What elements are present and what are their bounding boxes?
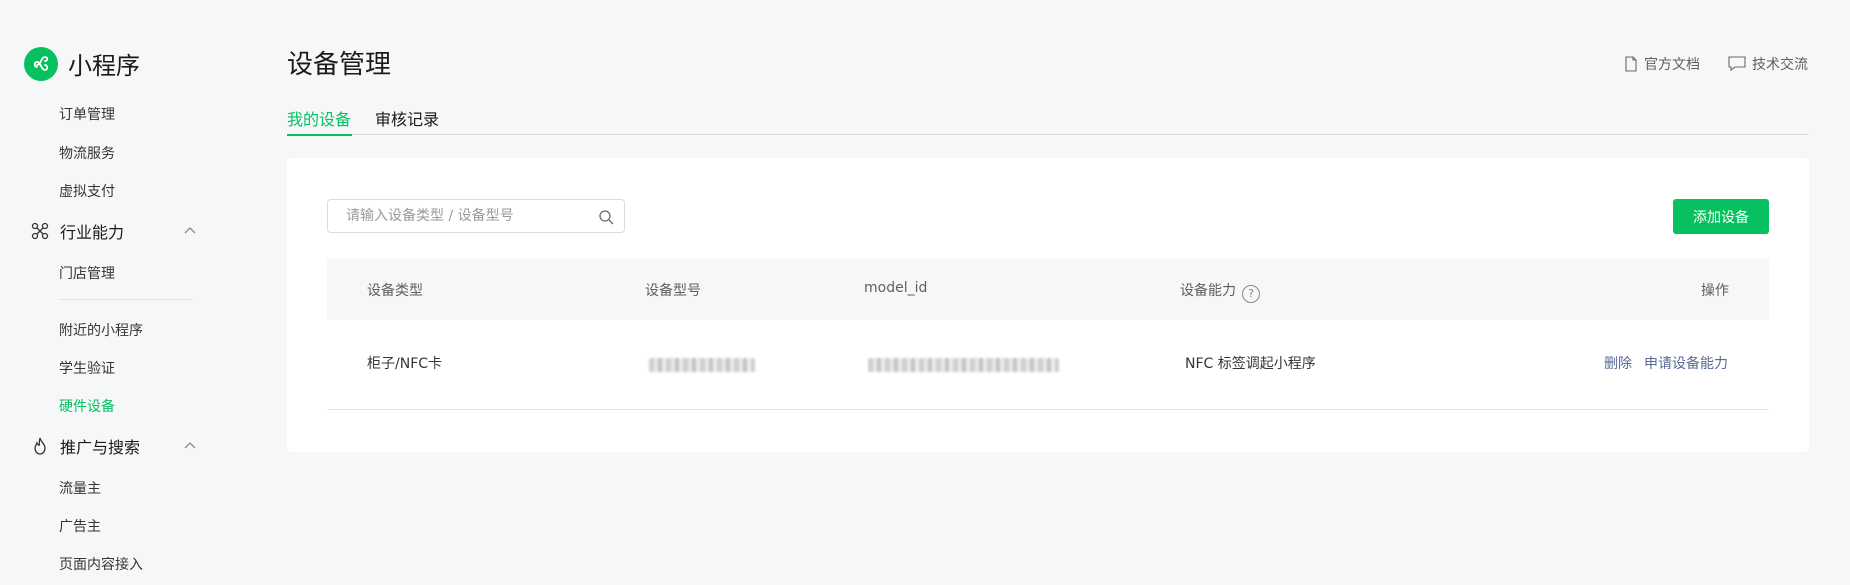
app-name: 小程序: [68, 52, 140, 80]
search-box[interactable]: [327, 199, 625, 233]
sidebar-group-label: 推广与搜索: [60, 438, 141, 457]
page-title: 设备管理: [287, 50, 392, 80]
sidebar-item-content-access[interactable]: 页面内容接入: [59, 554, 143, 574]
sidebar-item-student-verify[interactable]: 学生验证: [59, 358, 115, 378]
document-icon: [1625, 56, 1637, 72]
sidebar-group-industry[interactable]: 行业能力: [30, 219, 124, 243]
flame-icon: [30, 436, 50, 456]
sidebar-divider: [59, 299, 193, 300]
sidebar-item-logistics[interactable]: 物流服务: [59, 143, 115, 163]
apply-capability-link[interactable]: 申请设备能力: [1644, 353, 1728, 373]
sidebar-item-traffic-owner[interactable]: 流量主: [59, 478, 101, 498]
delete-link[interactable]: 删除: [1604, 353, 1632, 373]
cell-device-type: 柜子/NFC卡: [367, 356, 443, 372]
tab-label: 我的设备: [287, 110, 352, 129]
chevron-up-icon[interactable]: [184, 441, 196, 449]
community-link[interactable]: 技术交流: [1728, 54, 1808, 74]
app-logo[interactable]: 小程序: [24, 46, 140, 81]
sidebar-item-virtual-pay[interactable]: 虚拟支付: [59, 181, 115, 201]
help-icon[interactable]: ?: [1242, 284, 1260, 303]
column-header: 设备类型: [367, 283, 423, 299]
header-links: 官方文档 技术交流: [1624, 54, 1808, 74]
cell-device-model-redacted: [649, 358, 755, 372]
column-header: 设备型号: [645, 283, 701, 299]
tab-review-records[interactable]: 审核记录: [375, 106, 439, 130]
column-header: 设备能力: [1180, 283, 1236, 299]
active-tab-indicator: [287, 134, 352, 136]
tab-bar: 我的设备 审核记录: [287, 104, 1809, 136]
column-header: 操作: [1701, 283, 1729, 299]
miniprogram-logo-icon: [24, 46, 58, 81]
industry-icon: [30, 221, 50, 241]
chevron-up-icon[interactable]: [184, 226, 196, 234]
sidebar-item-advertiser[interactable]: 广告主: [59, 516, 101, 536]
table-row: 柜子/NFC卡 NFC 标签调起小程序 删除 申请设备能力: [327, 320, 1769, 410]
community-link-label: 技术交流: [1752, 57, 1808, 73]
sidebar-item-nearby[interactable]: 附近的小程序: [59, 320, 143, 340]
table-header: 设备类型 设备型号 model_id 设备能力? 操作: [327, 259, 1769, 320]
sidebar: 小程序 订单管理 物流服务 虚拟支付 行业能力 门店管理 附近的小程序 学生验证…: [0, 0, 260, 585]
column-header-capability: 设备能力?: [1180, 280, 1260, 303]
sidebar-item-stores[interactable]: 门店管理: [59, 263, 115, 283]
sidebar-group-label: 行业能力: [60, 223, 125, 242]
sidebar-item-hardware[interactable]: 硬件设备: [59, 396, 115, 416]
tab-my-devices[interactable]: 我的设备: [287, 106, 352, 136]
sidebar-item-orders[interactable]: 订单管理: [59, 104, 115, 124]
cell-model-id-redacted: [868, 358, 1059, 372]
search-icon[interactable]: [598, 209, 614, 225]
cell-capability: NFC 标签调起小程序: [1185, 356, 1316, 372]
docs-link-label: 官方文档: [1644, 57, 1700, 73]
column-header: model_id: [864, 280, 928, 296]
add-device-button[interactable]: 添加设备: [1673, 199, 1769, 234]
chat-icon: [1728, 56, 1746, 72]
search-input[interactable]: [344, 207, 588, 225]
docs-link[interactable]: 官方文档: [1624, 54, 1700, 74]
sidebar-group-promotion[interactable]: 推广与搜索: [30, 434, 140, 458]
device-card: 添加设备 设备类型 设备型号 model_id 设备能力? 操作 柜子/NFC卡…: [287, 158, 1809, 452]
